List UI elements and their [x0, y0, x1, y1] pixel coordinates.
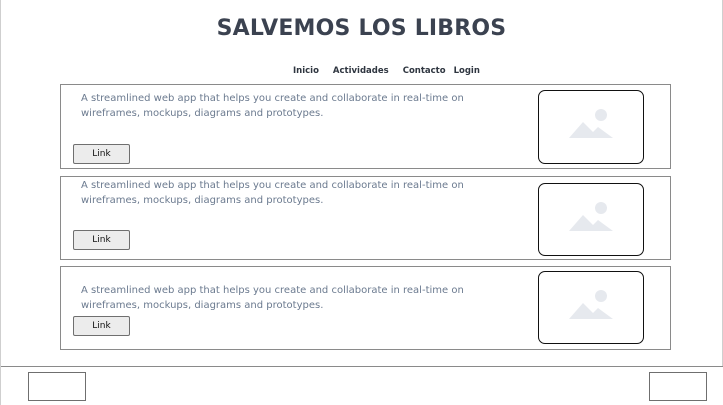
top-nav: Inicio Actividades Contacto Login — [293, 66, 480, 76]
page: SALVEMOS LOS LIBROS Inicio Actividades C… — [0, 0, 723, 405]
image-placeholder-icon — [567, 108, 615, 146]
card-link-button[interactable]: Link — [73, 144, 130, 164]
image-placeholder-icon — [567, 289, 615, 327]
card-description: A streamlined web app that helps you cre… — [81, 285, 464, 311]
nav-link-inicio[interactable]: Inicio — [293, 66, 319, 76]
card-image-placeholder — [538, 90, 644, 164]
image-placeholder-icon — [567, 201, 615, 239]
content-card-1: A streamlined web app that helps you cre… — [60, 84, 671, 169]
card-image-placeholder — [538, 183, 644, 256]
content-card-2: A streamlined web app that helps you cre… — [60, 176, 671, 260]
card-link-button[interactable]: Link — [73, 230, 130, 250]
card-description: A streamlined web app that helps you cre… — [81, 93, 464, 119]
footer-bar — [1, 366, 723, 405]
page-title: SALVEMOS LOS LIBROS — [216, 16, 507, 41]
nav-link-contacto[interactable]: Contacto — [403, 66, 446, 76]
nav-link-actividades[interactable]: Actividades — [333, 66, 389, 76]
content-card-3: A streamlined web app that helps you cre… — [60, 266, 671, 350]
nav-link-login[interactable]: Login — [454, 66, 480, 76]
footer-right-box[interactable] — [649, 372, 707, 401]
footer-left-box[interactable] — [28, 372, 86, 401]
card-description: A streamlined web app that helps you cre… — [81, 180, 464, 206]
card-image-placeholder — [538, 271, 644, 344]
card-link-button[interactable]: Link — [73, 316, 130, 336]
